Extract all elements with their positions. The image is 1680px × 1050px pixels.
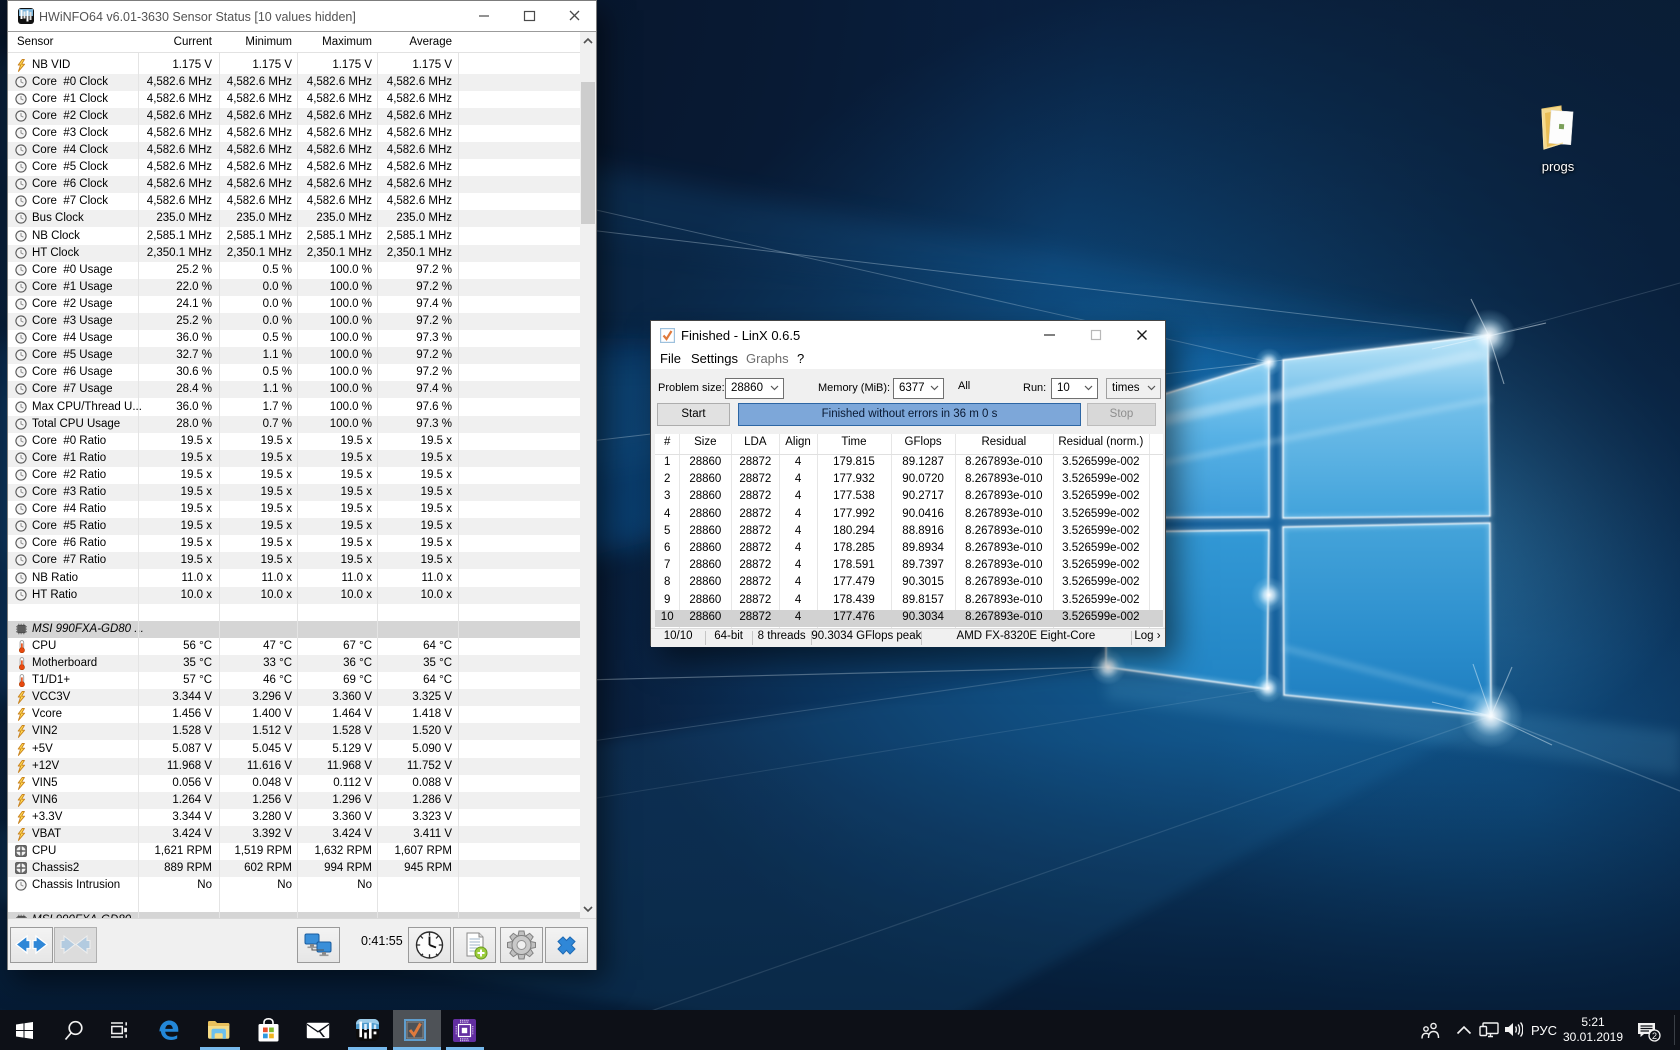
svg-text:2: 2: [1652, 1031, 1657, 1041]
